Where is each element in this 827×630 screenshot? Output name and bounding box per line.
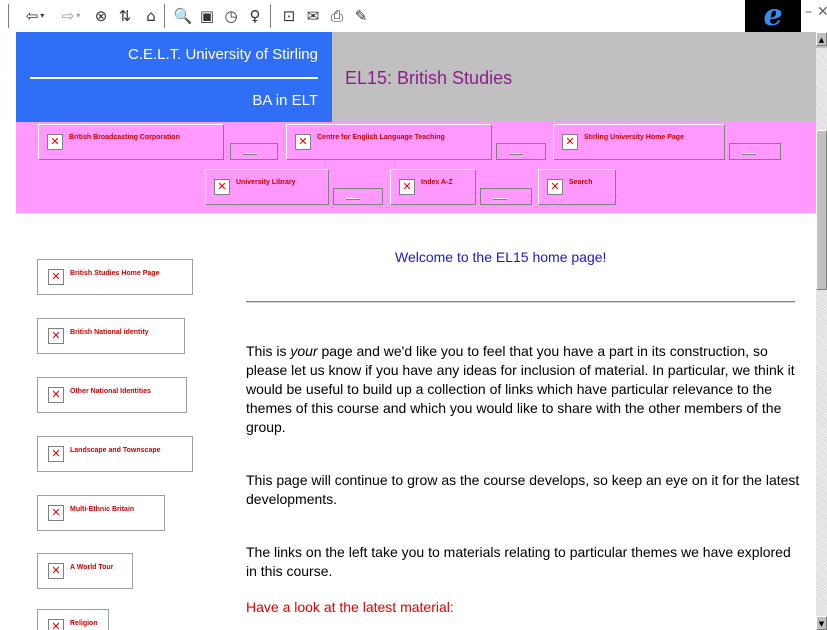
close-icon[interactable]: ✕ bbox=[817, 4, 827, 20]
broken-image-icon: ✕ bbox=[399, 179, 415, 195]
history-icon: ◷ bbox=[224, 6, 238, 25]
edit-icon: ✎ bbox=[354, 6, 368, 25]
side-link-landscape-townscape[interactable]: ✕ Landscape and Townscape bbox=[37, 436, 193, 472]
nav-link-label: Search bbox=[569, 178, 593, 186]
broken-image-icon: ✕ bbox=[47, 134, 63, 150]
forward-arrow-icon: ⇨ bbox=[61, 6, 75, 25]
emphasis-your: your bbox=[290, 343, 318, 359]
broken-image-icon: ✕ bbox=[48, 619, 64, 630]
fullscreen-icon: ⊡ bbox=[282, 6, 296, 25]
toolbar-separator bbox=[164, 4, 166, 28]
nav-link-index[interactable]: ✕ Index A-Z bbox=[390, 169, 476, 205]
broken-image-icon: ✕ bbox=[48, 387, 64, 403]
stop-button[interactable]: ⊗ bbox=[90, 5, 112, 27]
search-button[interactable]: 🔍 bbox=[172, 5, 194, 27]
browser-throbber: e bbox=[745, 0, 801, 32]
nav-spacer-image bbox=[480, 188, 532, 205]
side-link-other-national-identities[interactable]: ✕ Other National Identities bbox=[37, 377, 187, 413]
back-button[interactable]: ⇦ ▾ bbox=[20, 5, 50, 27]
back-arrow-icon: ⇦ bbox=[25, 6, 39, 25]
broken-image-icon: ✕ bbox=[48, 328, 64, 344]
side-link-multi-ethnic-britain[interactable]: ✕ Multi-Ethnic Britain bbox=[37, 495, 165, 531]
side-link-label: Other National Identities bbox=[70, 387, 151, 395]
mail-button[interactable]: ✉ bbox=[302, 5, 324, 27]
search-icon: 🔍 bbox=[173, 6, 193, 25]
links-paragraph: The links on the left take you to materi… bbox=[246, 544, 791, 579]
degree-title: BA in ELT bbox=[252, 92, 318, 109]
history-button[interactable]: ◷ bbox=[220, 5, 242, 27]
intro-paragraph: This is your page and we'd like you to f… bbox=[246, 343, 795, 435]
scroll-down-icon[interactable]: ▼ bbox=[816, 616, 827, 630]
broken-image-icon: ✕ bbox=[48, 446, 64, 462]
broken-image-icon: ✕ bbox=[48, 563, 64, 579]
side-link-label: Religion bbox=[70, 619, 98, 627]
chevron-down-icon[interactable]: ▾ bbox=[76, 12, 80, 20]
scroll-thumb[interactable] bbox=[816, 130, 827, 290]
nav-link-label: British Broadcasting Corporation bbox=[69, 133, 180, 141]
side-link-british-studies-home[interactable]: ✕ British Studies Home Page bbox=[37, 259, 193, 295]
nav-link-label: Index A-Z bbox=[421, 178, 453, 186]
nav-link-bbc[interactable]: ✕ British Broadcasting Corporation bbox=[38, 124, 224, 160]
university-title: C.E.L.T. University of Stirling bbox=[127, 46, 318, 63]
nav-link-search[interactable]: ✕ Search bbox=[538, 169, 616, 205]
broken-image-icon: ✕ bbox=[48, 269, 64, 285]
broken-image-icon: ✕ bbox=[295, 134, 311, 150]
page-title: EL15: British Studies bbox=[345, 68, 513, 88]
channels-icon: ♀ bbox=[249, 6, 261, 25]
mail-icon: ✉ bbox=[306, 6, 320, 25]
header-course-panel: EL15: British Studies bbox=[332, 32, 816, 122]
side-link-label: Multi-Ethnic Britain bbox=[70, 505, 135, 513]
header-university-panel: C.E.L.T. University of Stirling BA in EL… bbox=[16, 32, 332, 122]
header-divider bbox=[30, 77, 318, 79]
latest-material-heading: Have a look at the latest material: bbox=[246, 599, 454, 615]
broken-image-icon: ✕ bbox=[48, 505, 64, 521]
toolbar-separator bbox=[8, 4, 10, 28]
nav-link-label: University Library bbox=[236, 178, 296, 186]
refresh-icon: ⇅ bbox=[118, 6, 132, 25]
fullscreen-button[interactable]: ⊡ bbox=[278, 5, 300, 27]
favorites-button[interactable]: ▣ bbox=[196, 5, 218, 27]
top-navigation: ✕ British Broadcasting Corporation ✕ Cen… bbox=[16, 122, 816, 213]
ie-logo-icon: e bbox=[763, 0, 783, 33]
broken-image-icon: ✕ bbox=[214, 179, 230, 195]
minimize-icon[interactable]: – bbox=[805, 4, 812, 20]
stop-icon: ⊗ bbox=[94, 6, 108, 25]
nav-spacer-image bbox=[496, 143, 546, 160]
home-icon: ⌂ bbox=[146, 6, 156, 25]
nav-link-library[interactable]: ✕ University Library bbox=[205, 169, 329, 205]
side-link-british-national-identity[interactable]: ✕ British National identity bbox=[37, 318, 185, 354]
nav-spacer-image bbox=[333, 188, 383, 205]
print-button[interactable]: ⎙ bbox=[326, 5, 348, 27]
scroll-up-icon[interactable]: ▲ bbox=[816, 32, 827, 46]
nav-link-label: Centre for English Language Teaching bbox=[317, 133, 445, 141]
favorites-icon: ▣ bbox=[199, 6, 215, 25]
nav-spacer-image bbox=[230, 143, 278, 160]
nav-spacer-image bbox=[729, 143, 781, 160]
welcome-heading: Welcome to the EL15 home page! bbox=[395, 249, 607, 265]
refresh-button[interactable]: ⇅ bbox=[114, 5, 136, 27]
vertical-scrollbar[interactable]: ▲ ▼ bbox=[816, 32, 827, 630]
toolbar-separator bbox=[270, 4, 272, 28]
channels-button[interactable]: ♀ bbox=[244, 5, 266, 27]
nav-link-stirling-home[interactable]: ✕ Stirling University Home Page bbox=[553, 124, 725, 160]
chevron-down-icon[interactable]: ▾ bbox=[40, 12, 44, 20]
browser-toolbar: ⇦ ▾ ⇨ ▾ ⊗ ⇅ ⌂ 🔍 ▣ ◷ ♀ ⊡ ✉ ⎙ ✎ e – ✕ bbox=[0, 0, 827, 32]
broken-image-icon: ✕ bbox=[547, 179, 563, 195]
nav-link-celt[interactable]: ✕ Centre for English Language Teaching bbox=[286, 124, 492, 160]
side-link-label: British National identity bbox=[70, 328, 149, 336]
side-link-label: British Studies Home Page bbox=[70, 269, 160, 277]
side-link-label: A World Tour bbox=[70, 563, 114, 571]
content-divider bbox=[246, 301, 795, 303]
side-link-world-tour[interactable]: ✕ A World Tour bbox=[37, 553, 133, 589]
growth-paragraph: This page will continue to grow as the c… bbox=[246, 472, 800, 507]
home-button[interactable]: ⌂ bbox=[140, 5, 162, 27]
edit-button[interactable]: ✎ bbox=[350, 5, 372, 27]
side-link-religion[interactable]: ✕ Religion bbox=[37, 609, 109, 630]
forward-button[interactable]: ⇨ ▾ bbox=[56, 5, 86, 27]
side-link-label: Landscape and Townscape bbox=[70, 446, 161, 454]
print-icon: ⎙ bbox=[330, 6, 343, 25]
broken-image-icon: ✕ bbox=[562, 134, 578, 150]
nav-link-label: Stirling University Home Page bbox=[584, 133, 684, 141]
